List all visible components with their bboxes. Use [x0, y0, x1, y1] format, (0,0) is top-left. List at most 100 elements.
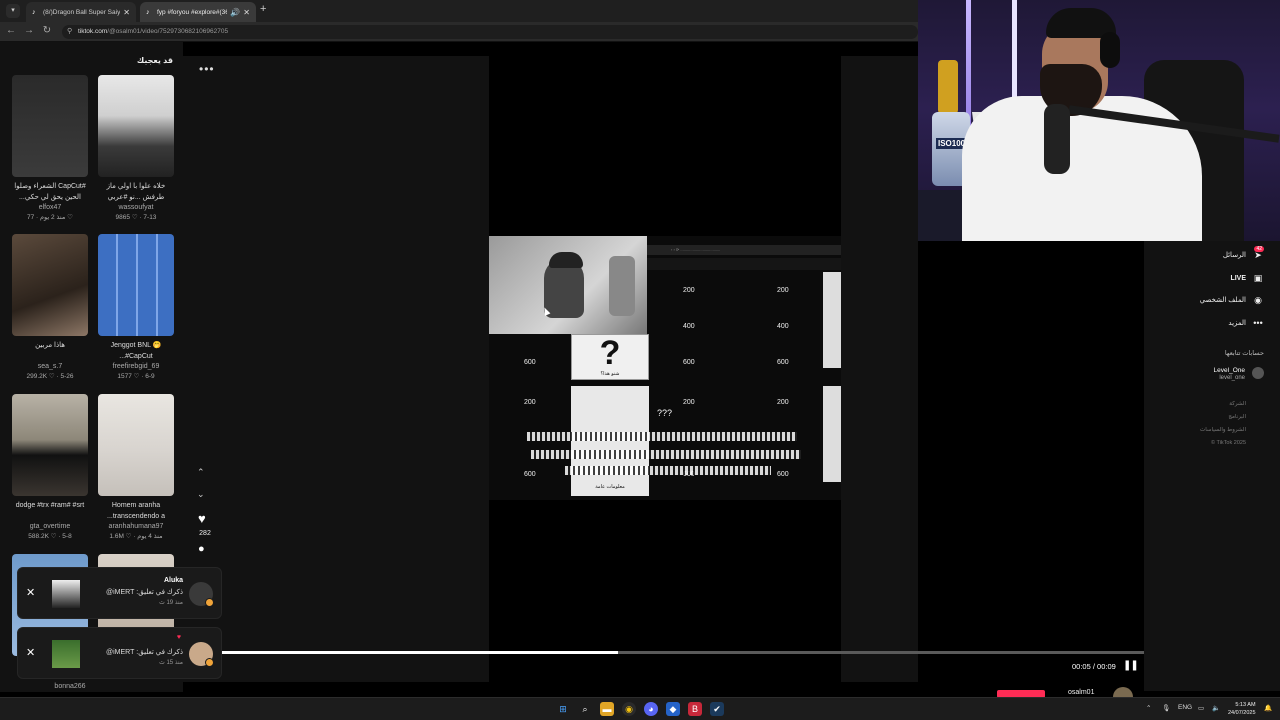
question-mark: ? — [599, 334, 621, 372]
nav-profile[interactable]: ◉ الملف الشخصي — [1200, 294, 1264, 306]
notification-bell-icon[interactable]: 🔔 — [1264, 704, 1272, 712]
footer-link[interactable]: البرنامج — [1228, 414, 1246, 420]
avatar[interactable] — [1252, 367, 1264, 379]
address-bar[interactable]: ⚲ tiktok.com/@osalm01/video/752973068210… — [62, 25, 918, 39]
video-card[interactable]: Jenggot BNL 🤭 #CapCut... freefirebgid_69… — [98, 234, 174, 382]
following-account-handle[interactable]: level_one — [1219, 375, 1245, 381]
following-account-name[interactable]: Level_One — [1214, 366, 1245, 375]
tiktok-icon: ♪ — [32, 8, 36, 16]
more-options-icon[interactable]: ••• — [199, 62, 215, 76]
discord-icon[interactable]: ◕ — [644, 702, 658, 716]
nav-live[interactable]: ▣ LIVE — [1230, 272, 1264, 284]
close-icon[interactable]: ✕ — [26, 586, 35, 599]
file-explorer-icon[interactable]: ▬ — [600, 702, 614, 716]
close-tab-icon[interactable]: ✕ — [243, 8, 250, 17]
video-author[interactable]: aranhahumana97 — [98, 522, 174, 532]
video-thumbnail[interactable] — [12, 394, 88, 496]
video-caption[interactable]: Homem aranha transcendendo a... — [98, 500, 174, 522]
nav-label: LIVE — [1230, 274, 1246, 282]
microphone-icon[interactable]: 🎙 — [1162, 704, 1170, 712]
volume-icon[interactable]: 🔈 — [1212, 704, 1220, 712]
search-icon[interactable]: ⌕ — [578, 702, 592, 716]
notification-toast[interactable]: ✕ Aluka ذكرك في تعليق: iMERT@ منذ 19 ث — [17, 567, 222, 619]
video-progress-fill — [222, 651, 619, 654]
notification-thumbnail[interactable] — [52, 580, 80, 608]
footer-link[interactable]: الشركة — [1229, 401, 1246, 407]
headphones — [1100, 32, 1120, 68]
grid-value: 600 — [524, 359, 536, 366]
browser-tab-1[interactable]: ♪ (8/)Dragon Ball Super Saiyan A ✕ — [26, 2, 136, 22]
nav-label: الرسائل — [1222, 252, 1246, 259]
video-card[interactable]: هاذا مربين sea_s.7 299.2K ♡ · 5-26 — [12, 234, 88, 382]
forward-icon[interactable]: → — [22, 25, 36, 36]
url-host: tiktok.com — [78, 28, 108, 35]
video-thumbnail[interactable] — [98, 234, 174, 336]
video-author-name[interactable]: osalm01 — [1068, 689, 1094, 696]
video-thumbnail[interactable] — [98, 394, 174, 496]
video-caption[interactable]: خلاه علوا با اولي ماز طرفش ...نو #عربي — [98, 181, 174, 203]
more-icon: ••• — [1253, 318, 1263, 328]
start-icon[interactable]: ⊞ — [556, 702, 570, 716]
notification-thumbnail[interactable] — [52, 640, 80, 668]
app-icon[interactable]: B — [688, 702, 702, 716]
video-author[interactable]: wassoufyat — [98, 203, 174, 213]
video-caption[interactable]: dodge #trx #ram# #srt — [12, 500, 88, 522]
video-thumbnail[interactable] — [12, 75, 88, 177]
video-stats: 1577 ♡ · 6-9 — [117, 373, 155, 380]
video-thumbnail[interactable] — [98, 75, 174, 177]
tab-title: (8/)Dragon Ball Super Saiyan A — [43, 8, 121, 16]
grid-value: 400 — [683, 323, 695, 330]
back-icon[interactable]: ← — [4, 25, 18, 36]
question-card: ? شنو هذا؟ — [571, 334, 649, 380]
grid-value: 600 — [524, 471, 536, 478]
video-frame[interactable]: ‹ › ⟳ ..................................… — [489, 236, 841, 500]
browser-tab-2[interactable]: ♪ fyp #foryou #explore#(36) 🔊 ✕ — [140, 2, 256, 22]
tab-search-button[interactable]: ▾ — [6, 4, 20, 18]
reload-icon[interactable]: ↻ — [40, 25, 54, 36]
network-icon[interactable]: ▭ — [1198, 704, 1204, 712]
video-caption[interactable]: Jenggot BNL 🤭 #CapCut... — [98, 340, 174, 362]
video-card[interactable]: dodge #trx #ram# #srt gta_overtime 588.2… — [12, 394, 88, 542]
video-side-left — [183, 56, 489, 682]
video-author[interactable]: elfox47 — [12, 203, 88, 213]
system-clock[interactable]: 5:13 AM 24/07/2025 — [1228, 701, 1256, 717]
comment-icon[interactable]: ● — [198, 543, 205, 555]
video-author[interactable]: gta_overtime — [12, 522, 88, 532]
language-indicator[interactable]: ENG — [1178, 704, 1192, 711]
browser-toolbar: ← → ↻ ⚲ tiktok.com/@osalm01/video/752973… — [0, 22, 918, 42]
close-icon[interactable]: ✕ — [26, 646, 35, 659]
tray-chevron-icon[interactable]: ⌃ — [1146, 704, 1151, 712]
steam-icon[interactable]: ✔ — [710, 702, 724, 716]
notification-text: ذكرك في تعليق: iMERT@ — [105, 589, 183, 596]
pause-icon[interactable]: ❚❚ — [1123, 660, 1139, 671]
chrome-icon[interactable]: ◉ — [622, 702, 636, 716]
nav-more[interactable]: ••• المزيد — [1228, 317, 1264, 329]
new-tab-button[interactable]: + — [260, 3, 266, 15]
video-card[interactable]: Homem aranha transcendendo a... aranhahu… — [98, 394, 174, 542]
footer-link[interactable]: الشروط والسياسات — [1200, 427, 1246, 433]
notification-toast[interactable]: ✕ ♥ ذكرك في تعليق: iMERT@ منذ 15 ث — [17, 627, 222, 679]
video-side-right — [841, 56, 918, 682]
video-card[interactable]: خلاه علوا با اولي ماز طرفش ...نو #عربي w… — [98, 75, 174, 223]
next-video-icon[interactable]: ⌄ — [197, 489, 205, 500]
video-author[interactable]: sea_s.7 — [12, 362, 88, 372]
video-author[interactable]: bonna266 — [50, 682, 90, 692]
video-author[interactable]: freefirebgid_69 — [98, 362, 174, 372]
video-caption[interactable]: هاذا مربين — [12, 340, 88, 362]
previous-video-icon[interactable]: ⌃ — [197, 467, 205, 478]
video-stats: منذ 2 يوم · 77 ♡ — [27, 214, 73, 221]
video-progress-bar[interactable] — [222, 651, 1144, 654]
app-icon[interactable]: ◆ — [666, 702, 680, 716]
video-card[interactable]: #CapCut الشعراء وصلوا الحين يحق لي حكي..… — [12, 75, 88, 223]
video-thumbnail[interactable] — [12, 234, 88, 336]
grid-value: 200 — [777, 399, 789, 406]
comment-badge-icon — [205, 598, 214, 607]
video-caption[interactable]: #CapCut الشعراء وصلوا الحين يحق لي حكي..… — [12, 181, 88, 203]
like-heart-icon[interactable]: ♥ — [198, 511, 206, 526]
site-info-icon[interactable]: ⚲ — [67, 25, 72, 39]
video-stats: 9865 ♡ · 7-13 — [115, 214, 157, 221]
speaker-icon[interactable]: 🔊 — [230, 8, 240, 17]
close-tab-icon[interactable]: ✕ — [123, 8, 130, 17]
avatar[interactable] — [1113, 687, 1133, 697]
topic-caption: معلومات عامة — [595, 484, 625, 490]
